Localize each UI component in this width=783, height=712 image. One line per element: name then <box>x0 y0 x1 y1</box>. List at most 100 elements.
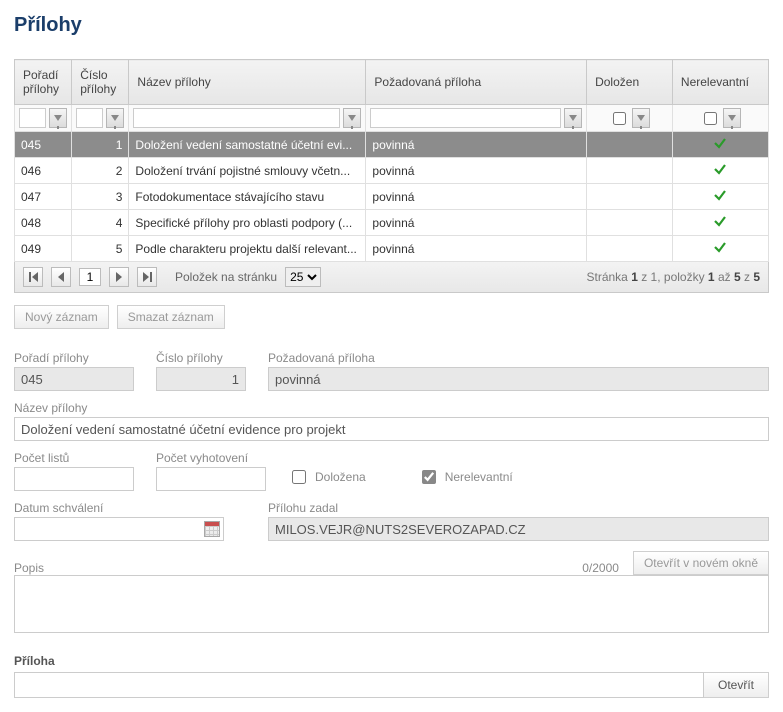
pagesize-select[interactable]: 25 <box>285 267 321 287</box>
cell-poradi: 045 <box>15 132 72 158</box>
filter-poradi-input[interactable] <box>19 108 46 128</box>
cell-poradi: 047 <box>15 184 72 210</box>
field-popis[interactable] <box>14 575 769 633</box>
col-cislo[interactable]: Číslo přílohy <box>72 60 129 105</box>
cell-dolozen <box>587 210 673 236</box>
cell-nazev: Fotodokumentace stávajícího stavu <box>129 184 366 210</box>
cell-nazev: Podle charakteru projektu další relevant… <box>129 236 366 262</box>
pager-next-button[interactable] <box>109 267 129 287</box>
cell-cislo: 5 <box>72 236 129 262</box>
delete-record-button[interactable]: Smazat záznam <box>117 305 225 329</box>
checkbox-dolozena[interactable] <box>292 470 306 484</box>
label-zadal: Přílohu zadal <box>268 501 769 515</box>
cell-poradi: 046 <box>15 158 72 184</box>
pager-prev-button[interactable] <box>51 267 71 287</box>
col-nerelevantni[interactable]: Nerelevantní <box>672 60 768 105</box>
attachments-table: Pořadí přílohy Číslo přílohy Název přílo… <box>14 59 769 262</box>
funnel-icon <box>111 115 119 121</box>
label-pocet-listu: Počet listů <box>14 451 134 465</box>
table-row[interactable]: 0484Specifické přílohy pro oblasti podpo… <box>15 210 769 236</box>
pager: Položek na stránku 25 Stránka 1 z 1, pol… <box>14 262 769 293</box>
cell-cislo: 4 <box>72 210 129 236</box>
table-row[interactable]: 0462Doložení trvání pojistné smlouvy vče… <box>15 158 769 184</box>
col-poradi[interactable]: Pořadí přílohy <box>15 60 72 105</box>
cell-nazev: Doložení vedení samostatné účetní evi... <box>129 132 366 158</box>
filter-nerelevantni-button[interactable] <box>723 108 741 128</box>
cell-dolozen <box>587 132 673 158</box>
cell-cislo: 3 <box>72 184 129 210</box>
cell-cislo: 2 <box>72 158 129 184</box>
cell-cislo: 1 <box>72 132 129 158</box>
field-pocet-vyhotoveni[interactable] <box>156 467 266 491</box>
detail-form: Pořadí přílohy Číslo přílohy Požadovaná … <box>14 351 769 698</box>
field-pocet-listu[interactable] <box>14 467 134 491</box>
label-dolozena: Doložena <box>315 470 366 484</box>
cell-dolozen <box>587 158 673 184</box>
filter-dolozen-button[interactable] <box>632 108 650 128</box>
checkbox-nerelevantni[interactable] <box>422 470 436 484</box>
cell-poradi: 049 <box>15 236 72 262</box>
funnel-icon <box>54 115 62 121</box>
field-pozadovana <box>268 367 769 391</box>
col-dolozen[interactable]: Doložen <box>587 60 673 105</box>
label-datum: Datum schválení <box>14 501 224 515</box>
cell-nerelevantni <box>672 236 768 262</box>
label-nazev: Název přílohy <box>14 401 769 415</box>
filter-nazev-input[interactable] <box>133 108 340 128</box>
table-row[interactable]: 0495Podle charakteru projektu další rele… <box>15 236 769 262</box>
field-nazev[interactable] <box>14 417 769 441</box>
filter-nazev-button[interactable] <box>343 108 361 128</box>
funnel-icon <box>637 115 645 121</box>
calendar-icon[interactable] <box>204 521 220 537</box>
cell-pozadovana: povinná <box>366 132 587 158</box>
cell-nerelevantni <box>672 184 768 210</box>
label-pocet-vyhotoveni: Počet vyhotovení <box>156 451 266 465</box>
filter-nerelevantni-checkbox[interactable] <box>704 112 717 125</box>
field-priloha[interactable] <box>14 672 704 698</box>
label-pozadovana: Požadovaná příloha <box>268 351 769 365</box>
pager-page-input[interactable] <box>79 268 101 286</box>
cell-nerelevantni <box>672 158 768 184</box>
cell-pozadovana: povinná <box>366 184 587 210</box>
open-new-window-button[interactable]: Otevřít v novém okně <box>633 551 769 575</box>
col-nazev[interactable]: Název přílohy <box>129 60 366 105</box>
open-file-button[interactable]: Otevřít <box>704 672 769 698</box>
pagesize-label: Položek na stránku <box>175 270 277 284</box>
cell-poradi: 048 <box>15 210 72 236</box>
filter-pozadovana-input[interactable] <box>370 108 561 128</box>
pager-first-button[interactable] <box>23 267 43 287</box>
cell-pozadovana: povinná <box>366 236 587 262</box>
filter-poradi-button[interactable] <box>49 108 67 128</box>
funnel-icon <box>348 115 356 121</box>
cell-nazev: Specifické přílohy pro oblasti podpory (… <box>129 210 366 236</box>
funnel-icon <box>728 115 736 121</box>
cell-pozadovana: povinná <box>366 210 587 236</box>
new-record-button[interactable]: Nový záznam <box>14 305 109 329</box>
cell-nazev: Doložení trvání pojistné smlouvy včetn..… <box>129 158 366 184</box>
cell-dolozen <box>587 236 673 262</box>
filter-dolozen-checkbox[interactable] <box>613 112 626 125</box>
filter-cislo-input[interactable] <box>76 108 103 128</box>
pager-status: Stránka 1 z 1, položky 1 až 5 z 5 <box>587 270 761 284</box>
field-datum[interactable] <box>14 517 224 541</box>
table-row[interactable]: 0473Fotodokumentace stávajícího stavupov… <box>15 184 769 210</box>
cell-pozadovana: povinná <box>366 158 587 184</box>
popis-counter: 0/2000 <box>582 561 619 575</box>
table-row[interactable]: 0451Doložení vedení samostatné účetní ev… <box>15 132 769 158</box>
label-cislo: Číslo přílohy <box>156 351 246 365</box>
col-pozadovana[interactable]: Požadovaná příloha <box>366 60 587 105</box>
cell-dolozen <box>587 184 673 210</box>
cell-nerelevantni <box>672 132 768 158</box>
field-cislo <box>156 367 246 391</box>
field-zadal <box>268 517 769 541</box>
page-title: Přílohy <box>14 14 769 37</box>
cell-nerelevantni <box>672 210 768 236</box>
filter-cislo-button[interactable] <box>106 108 124 128</box>
field-poradi <box>14 367 134 391</box>
funnel-icon <box>569 115 577 121</box>
label-poradi: Pořadí přílohy <box>14 351 134 365</box>
label-popis: Popis <box>14 561 574 575</box>
filter-pozadovana-button[interactable] <box>564 108 582 128</box>
pager-last-button[interactable] <box>137 267 157 287</box>
label-priloha: Příloha <box>14 654 55 668</box>
